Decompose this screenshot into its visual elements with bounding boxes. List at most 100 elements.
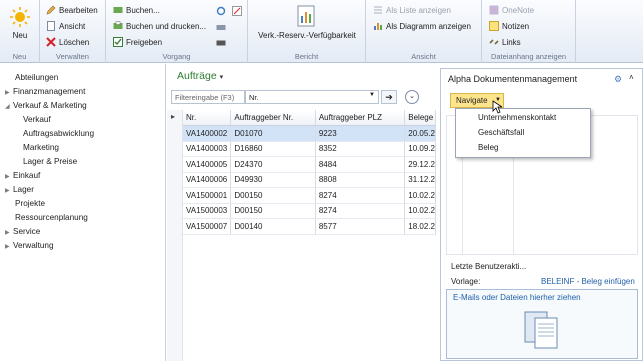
- expand-filter-button[interactable]: ⌄: [405, 90, 419, 104]
- nav-item-lager[interactable]: ▶ Lager: [5, 185, 34, 194]
- group-view: Als Liste anzeigen Als Diagramm anzeigen…: [366, 0, 482, 63]
- expand-icon[interactable]: ▶: [5, 89, 13, 96]
- keyboard-icon[interactable]: [216, 38, 226, 48]
- new-label: Neu: [12, 31, 28, 40]
- delete-button[interactable]: Löschen: [46, 37, 89, 47]
- expand-icon[interactable]: ▶: [5, 173, 13, 180]
- expand-icon[interactable]: ▶: [5, 229, 13, 236]
- view-button[interactable]: Ansicht: [46, 21, 85, 31]
- onenote-button[interactable]: OneNote: [489, 5, 534, 15]
- nav-item-verwaltung[interactable]: ▶ Verwaltung: [5, 241, 54, 250]
- drop-zone-text: E-Mails oder Dateien hierher ziehen: [453, 293, 581, 302]
- nav-label: Abteilungen: [15, 73, 59, 82]
- release-button[interactable]: Freigeben: [113, 37, 162, 47]
- expand-icon[interactable]: ▶: [5, 243, 13, 250]
- as-list-button[interactable]: Als Liste anzeigen: [373, 5, 451, 15]
- nav-item-einkauf[interactable]: ▶ Einkauf: [5, 171, 40, 180]
- nav-item-ressourcenplanung[interactable]: Ressourcenplanung: [15, 213, 88, 222]
- page-title[interactable]: Aufträge ▾: [177, 70, 223, 82]
- column-header-customer-no[interactable]: Auftraggeber Nr.: [230, 110, 316, 126]
- cell: VA1500001: [183, 187, 232, 204]
- cell: 8352: [315, 141, 406, 157]
- cell: VA1500007: [183, 218, 232, 235]
- ribbon: Neu Neu Bearbeiten Ansicht Löschen Verwa…: [0, 0, 643, 63]
- nav-item-verkauf[interactable]: Verkauf: [23, 115, 51, 124]
- group-attachments: OneNote Notizen Links Dateianhang anzeig…: [482, 0, 576, 63]
- as-chart-button[interactable]: Als Diagramm anzeigen: [373, 21, 471, 31]
- menu-item-document[interactable]: Beleg: [478, 143, 498, 152]
- nav-item-projekte[interactable]: Projekte: [15, 199, 45, 208]
- link-icon: [489, 37, 499, 47]
- documents-icon: [524, 311, 558, 349]
- table-row[interactable]: VA1400006 D49930 8808 31.12.2: [183, 172, 436, 188]
- nav-item-finanzmanagement[interactable]: ▶ Finanzmanagement: [5, 87, 85, 96]
- onenote-icon: [489, 5, 499, 15]
- cell: D24370: [230, 156, 316, 173]
- dropdown-icon: ▾: [219, 74, 224, 81]
- group-process: Buchen... Buchen und drucken... Freigebe…: [106, 0, 248, 63]
- chevron-down-circle-icon: ⌄: [409, 93, 415, 100]
- collapse-up-icon[interactable]: ˄: [629, 73, 634, 82]
- group-label-manage: Verwalten: [56, 52, 89, 61]
- filter-field-select[interactable]: Nr. ▼: [245, 90, 379, 104]
- nav-item-verkauf-marketing[interactable]: ◢ Verkauf & Marketing: [5, 101, 87, 110]
- table-row[interactable]: VA1500003 D00150 8274 10.02.2: [183, 203, 436, 219]
- cell: VA1400003: [183, 141, 232, 157]
- table-row[interactable]: VA1400002 D01070 9223 20.05.2: [183, 125, 436, 142]
- nav-item-lager-preise[interactable]: Lager & Preise: [23, 157, 77, 166]
- menu-item-company-contact[interactable]: Unternehmenskontakt: [478, 113, 556, 122]
- edit-button[interactable]: Bearbeiten: [46, 5, 98, 15]
- nav-label: Ressourcenplanung: [15, 213, 88, 222]
- links-button[interactable]: Links: [489, 37, 521, 47]
- arrow-right-icon: ➔: [385, 92, 393, 102]
- cell: 29.12.2: [404, 156, 436, 173]
- filter-input[interactable]: Filtereingabe (F3): [171, 90, 245, 104]
- print-icon[interactable]: [216, 22, 226, 32]
- remove-icon[interactable]: [232, 6, 242, 16]
- menu-item-business-case[interactable]: Geschäftsfall: [478, 128, 524, 137]
- table-row[interactable]: VA1500001 D00150 8274 10.02.2: [183, 187, 436, 204]
- links-label: Links: [502, 37, 521, 47]
- list-icon: [373, 5, 383, 15]
- cell: D49930: [230, 172, 316, 188]
- table-row[interactable]: VA1500007 D00140 8577 18.02.2: [183, 218, 436, 235]
- table-row[interactable]: VA1400005 D24370 8484 29.12.2: [183, 156, 436, 173]
- apply-filter-button[interactable]: ➔: [381, 90, 397, 104]
- new-sun-icon: [10, 7, 30, 27]
- expand-icon[interactable]: ▶: [5, 187, 13, 194]
- settings-icon[interactable]: ⚙: [614, 74, 622, 85]
- nav-item-service[interactable]: ▶ Service: [5, 227, 40, 236]
- post-print-icon: [113, 21, 123, 31]
- cell: 9223: [315, 125, 406, 142]
- table-row[interactable]: VA1400003 D16860 8352 10.09.2: [183, 141, 436, 157]
- document-icon: [46, 21, 56, 31]
- factbox-title: Alpha Dokumentenmanagement: [448, 74, 578, 84]
- collapse-icon[interactable]: ◢: [5, 103, 13, 110]
- column-header-postcode[interactable]: Auftraggeber PLZ: [315, 110, 406, 126]
- drop-zone[interactable]: E-Mails oder Dateien hierher ziehen: [446, 289, 638, 359]
- column-header-document-date[interactable]: Belege: [404, 110, 436, 126]
- cell: 8274: [315, 187, 406, 204]
- cell: 20.05.2: [404, 125, 436, 142]
- nav-item-abteilungen[interactable]: Abteilungen: [15, 73, 58, 82]
- post-print-button[interactable]: Buchen und drucken...: [113, 21, 206, 31]
- nav-label: Verkauf & Marketing: [13, 101, 87, 110]
- onenote-label: OneNote: [502, 5, 535, 15]
- group-label-new: Neu: [12, 52, 27, 61]
- navigation-pane: Abteilungen ▶ Finanzmanagement ◢ Verkauf &…: [0, 64, 166, 361]
- column-header-nr[interactable]: Nr.: [183, 110, 232, 126]
- cell: D00150: [230, 203, 316, 219]
- nav-label: Verwaltung: [13, 241, 54, 250]
- nav-item-marketing[interactable]: Marketing: [23, 143, 59, 152]
- new-button[interactable]: Neu: [7, 6, 33, 40]
- cell: VA1400006: [183, 172, 232, 188]
- nav-item-auftragsabwicklung[interactable]: Auftragsabwicklung: [23, 129, 94, 138]
- post-button[interactable]: Buchen...: [113, 5, 160, 15]
- template-link[interactable]: BELEINF - Beleg einfügen: [541, 277, 635, 286]
- report-button[interactable]: Verk.-Reserv.-Verfügbarkeit: [252, 5, 362, 40]
- cell: 10.02.2: [404, 187, 436, 204]
- refresh-icon[interactable]: [216, 6, 226, 16]
- template-label: Vorlage:: [451, 277, 481, 286]
- cell: 8484: [315, 156, 406, 173]
- notes-button[interactable]: Notizen: [489, 21, 529, 31]
